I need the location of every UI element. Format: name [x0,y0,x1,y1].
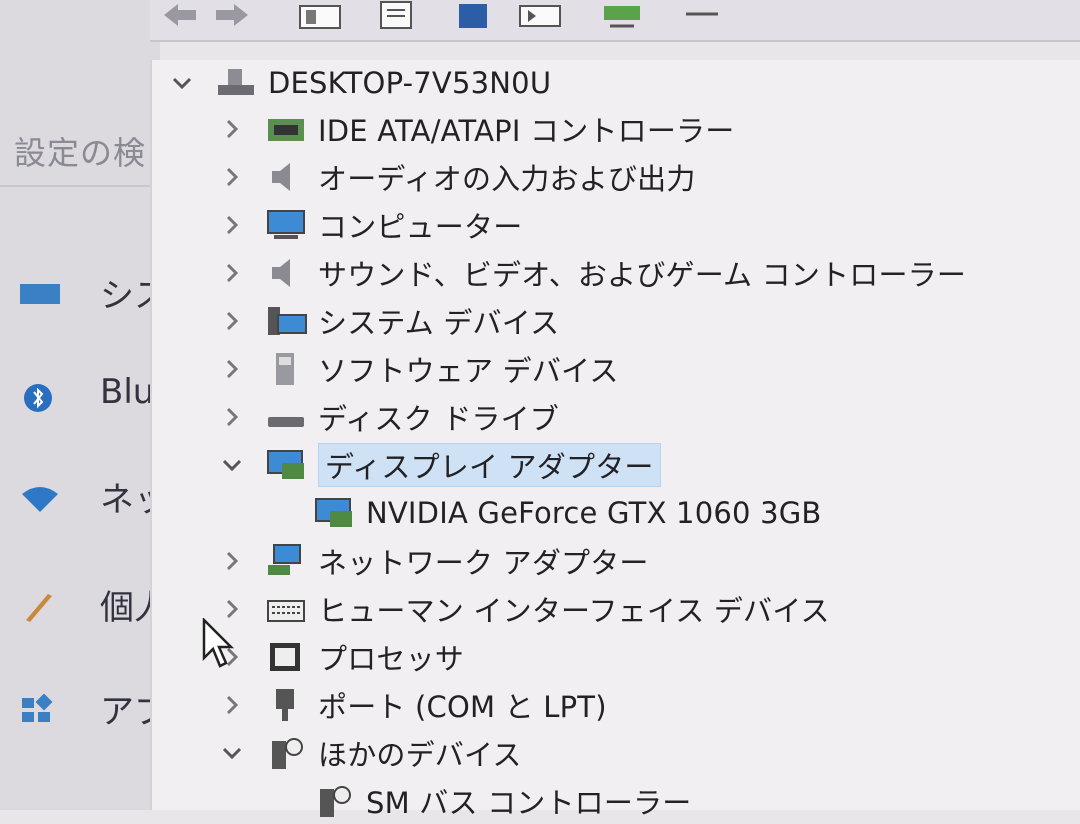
tree-item-label: ネットワーク アダプター [318,546,649,580]
unknown-device-icon [272,738,303,769]
properties-icon [299,5,341,29]
chevron-right-icon[interactable] [220,213,244,237]
tree-item-ide[interactable]: IDE ATA/ATAPI コントローラー [220,106,734,152]
tree-item-label: コンピューター [318,210,523,244]
help-icon [459,4,487,28]
speaker-icon [272,259,290,287]
back-icon [164,4,196,26]
back-button[interactable] [160,0,200,30]
settings-item-apps[interactable]: アプ [18,684,168,734]
chevron-down-icon[interactable] [220,453,244,477]
toolbar [150,0,1080,42]
tree-item-label: ポート (COM と LPT) [318,690,607,724]
tree-item-label: プロセッサ [318,642,465,676]
display-icon [20,284,60,304]
settings-item-label: Blu [100,372,155,412]
ide-controller-icon [268,119,304,141]
tree-item-display-adapters[interactable]: ディスプレイ アダプター [220,442,661,488]
display-adapter-icon [315,498,352,527]
tree-item-sound[interactable]: サウンド、ビデオ、およびゲーム コントローラー [220,250,966,296]
chevron-down-icon[interactable] [170,71,194,95]
settings-item-network[interactable]: ネッ [18,472,168,522]
tree-item-label: サウンド、ビデオ、およびゲーム コントローラー [318,258,967,292]
tree-item-other-devices[interactable]: ほかのデバイス [220,730,522,776]
unknown-device-icon [320,786,351,817]
processor-icon [270,643,300,671]
tree-item-hid[interactable]: ヒューマン インターフェイス デバイス [220,586,830,632]
chevron-right-icon[interactable] [220,549,244,573]
monitor-icon [604,6,640,28]
computer-icon [218,69,254,95]
tree-item-label: IDE ATA/ATAPI コントローラー [318,114,735,148]
settings-item-personalization[interactable]: 個人 [18,580,168,630]
chevron-right-icon[interactable] [220,405,244,429]
root-label: DESKTOP-7V53N0U [268,66,552,100]
scan-icon [519,5,561,27]
software-device-icon [276,353,294,385]
settings-item-bluetooth[interactable]: Blu [18,372,158,422]
tree-item-audio-io[interactable]: オーディオの入力および出力 [220,154,696,200]
monitor-button[interactable] [600,0,644,30]
chevron-right-icon[interactable] [220,309,244,333]
chevron-down-icon[interactable] [220,741,244,765]
speaker-icon [272,163,290,191]
network-adapter-icon [268,544,301,575]
tree-item-software-devices[interactable]: ソフトウェア デバイス [220,346,619,392]
tree-item-label: SM バス コントローラー [366,786,692,820]
tree-root[interactable]: DESKTOP-7V53N0U [170,60,551,106]
settings-item-system[interactable]: シス [18,268,168,318]
disk-drive-icon [268,417,304,427]
tree-item-label: ディスク ドライブ [318,402,559,436]
tree-item-label: NVIDIA GeForce GTX 1060 3GB [366,496,822,530]
remove-button[interactable] [680,0,724,30]
update-driver-button[interactable] [375,0,419,30]
apps-icon [22,694,53,722]
tree-item-network-adapters[interactable]: ネットワーク アダプター [220,538,649,584]
properties-button[interactable] [298,0,342,30]
display-adapter-icon [267,450,304,479]
forward-button[interactable] [212,0,252,30]
settings-divider [0,185,160,187]
tree-item-system-devices[interactable]: システム デバイス [220,298,559,344]
device-tree: DESKTOP-7V53N0U IDE ATA/ATAPI コントローラー オー… [150,60,1080,820]
tree-item-disk-drives[interactable]: ディスク ドライブ [220,394,559,440]
tree-item-gpu[interactable]: NVIDIA GeForce GTX 1060 3GB [312,490,822,536]
tree-item-label: ソフトウェア デバイス [318,354,619,388]
computer-icon [267,210,305,239]
hid-icon [267,600,305,622]
tree-item-label: システム デバイス [318,306,560,340]
scan-button[interactable] [518,0,562,30]
remove-icon [686,12,718,16]
tree-item-processors[interactable]: プロセッサ [220,634,464,680]
chevron-right-icon[interactable] [220,357,244,381]
settings-window: 設定の検 シス Blu ネッ 個人 アプ [0,0,168,810]
tree-item-label: ほかのデバイス [318,738,522,772]
tree-item-ports[interactable]: ポート (COM と LPT) [220,682,607,728]
chevron-right-icon[interactable] [220,165,244,189]
update-driver-icon [380,1,412,29]
wifi-icon [22,487,58,512]
tree-item-label: ディスプレイ アダプター [318,443,661,487]
port-icon [276,689,294,721]
settings-search-box[interactable]: 設定の検 [14,128,146,174]
chevron-right-icon[interactable] [220,693,244,717]
help-button[interactable] [455,0,491,30]
forward-icon [216,4,248,26]
mouse-cursor-icon [202,618,235,668]
bluetooth-icon [24,384,52,412]
chevron-right-icon[interactable] [220,117,244,141]
tree-item-sm-bus[interactable]: SM バス コントローラー [312,778,691,824]
brush-icon [26,594,52,622]
tree-item-label: ヒューマン インターフェイス デバイス [318,594,830,628]
chevron-right-icon[interactable] [220,261,244,285]
tree-item-computer[interactable]: コンピューター [220,202,522,248]
system-device-icon [268,307,307,335]
tree-item-label: オーディオの入力および出力 [318,162,696,196]
